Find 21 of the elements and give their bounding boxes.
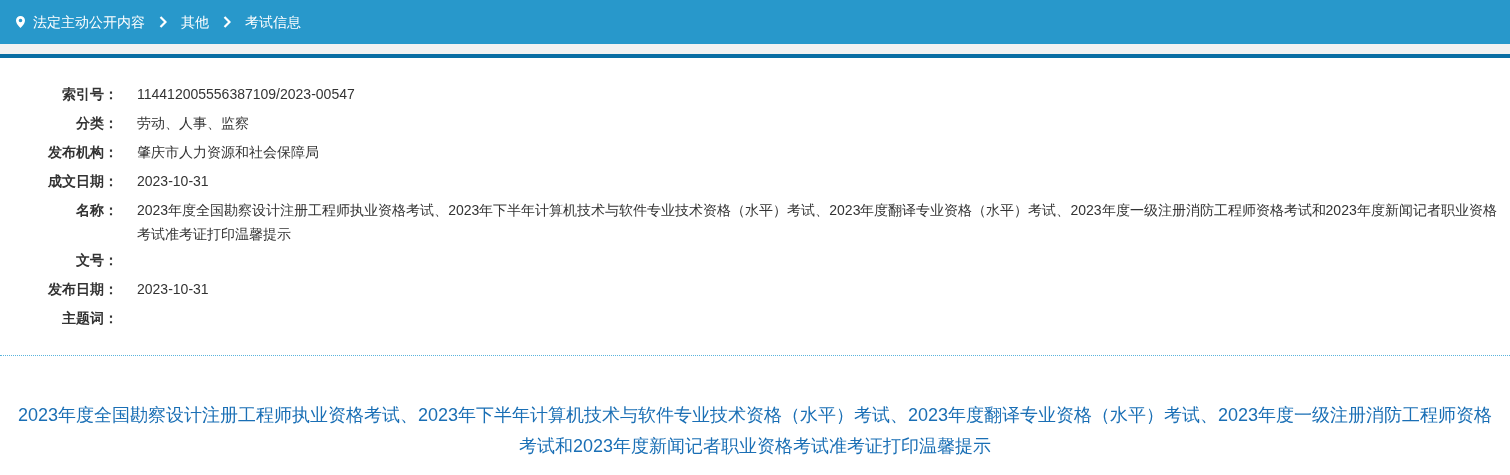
breadcrumb-link[interactable]: 法定主动公开内容	[33, 11, 145, 33]
field-value: 2023-10-31	[137, 172, 209, 191]
location-pin-icon	[16, 16, 25, 28]
chevron-right-icon	[159, 16, 167, 28]
field-label: 发布机构：	[47, 143, 118, 162]
field-label: 主题词：	[61, 309, 118, 328]
breadcrumb-link[interactable]: 其他	[181, 11, 209, 33]
field-value: 劳动、人事、监察	[137, 114, 249, 133]
field-label: 文号：	[75, 251, 118, 270]
field-value: 2023-10-31	[137, 280, 209, 299]
field-label: 分类：	[75, 114, 118, 133]
field-label: 索引号：	[61, 85, 118, 104]
chevron-right-icon	[223, 16, 231, 28]
article-title: 2023年度全国勘察设计注册工程师执业资格考试、2023年下半年计算机技术与软件专业技术资格（水平）考试、2023年度翻译专业资格（水平）考试、2023年度一级注册消防工程师资格考试和2023年度新闻记者职业资格考试准考证打印温馨提示	[16, 404, 1494, 458]
field-value: 114412005556387109/2023-00547	[137, 85, 355, 104]
field-label: 成文日期：	[47, 172, 118, 191]
field-label: 名称：	[75, 201, 118, 220]
breadcrumb-link[interactable]: 考试信息	[245, 11, 301, 33]
field-label: 发布日期：	[47, 280, 118, 299]
field-value: 2023年度全国勘察设计注册工程师执业资格考试、2023年下半年计算机技术与软件专业技术资格（水平）考试、2023年度翻译专业资格（水平）考试、2023年度一级注册消防工程师资格考试和2023年度新闻记者职业资格考试准考证打印温馨提示	[137, 201, 1498, 244]
field-value: 肇庆市人力资源和社会保障局	[137, 143, 319, 162]
